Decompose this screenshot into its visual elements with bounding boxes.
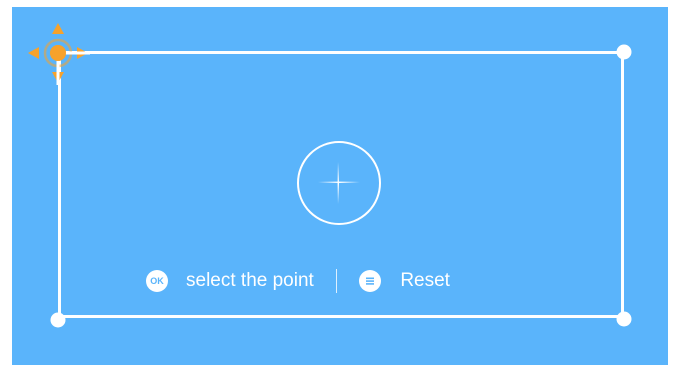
menu-lines-icon[interactable] (359, 270, 382, 292)
corner-handle-bottom-right[interactable] (616, 311, 632, 327)
reset-button[interactable]: Reset (400, 270, 450, 292)
corner-handle-top-right[interactable] (616, 44, 632, 60)
move-arrows-icon[interactable] (26, 21, 90, 85)
controls-divider (335, 269, 338, 293)
corner-handle-bottom-left[interactable] (50, 312, 66, 328)
ok-glyph: OK (150, 276, 164, 286)
select-point-label[interactable]: select the point (186, 270, 314, 292)
selection-controls: OK select the point Reset (146, 264, 450, 298)
crosshair-icon (297, 141, 381, 225)
ok-icon[interactable]: OK (146, 270, 168, 292)
